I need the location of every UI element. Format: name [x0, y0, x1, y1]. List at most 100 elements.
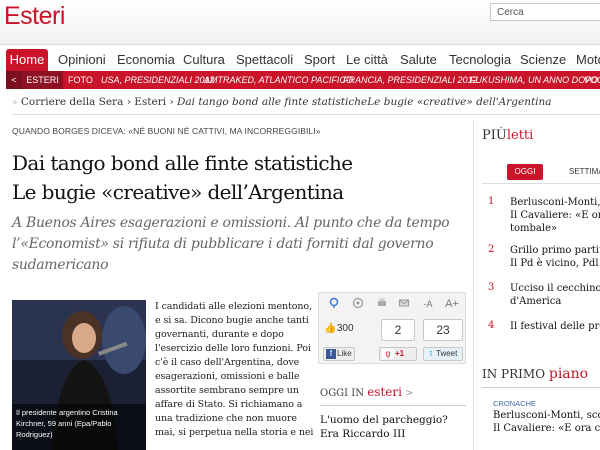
- body-line: I candidati alle elezioni mentono,: [155, 301, 312, 312]
- nav-item-economia[interactable]: Economia: [117, 52, 175, 67]
- nav-item-sport[interactable]: Sport: [304, 52, 335, 67]
- nav-item-opinioni[interactable]: Opinioni: [58, 52, 106, 67]
- tweet-label: Tweet: [436, 349, 458, 358]
- nav-item-moto[interactable]: Moto: [576, 52, 600, 67]
- breadcrumb-home-link[interactable]: Corriere della Sera: [21, 96, 123, 108]
- item-line: Berlusconi-Monti, scon: [493, 410, 600, 421]
- like-count: 300: [336, 323, 354, 334]
- oggi-in-header: OGGI IN esteri >: [320, 385, 414, 399]
- tab-settimana[interactable]: SETTIMA: [569, 164, 600, 180]
- gplus-icon: g: [382, 349, 394, 359]
- category-label[interactable]: CRONACHE: [493, 399, 536, 408]
- in-primo-piano-header: IN PRIMO piano: [482, 366, 588, 382]
- rank-number: 3: [488, 282, 495, 293]
- oggi-in-item[interactable]: L'uomo del parcheggio? Era Riccardo III: [320, 413, 470, 441]
- subnav-item-francia[interactable]: FRANCIA, PRESIDENZIALI 2012: [343, 71, 478, 89]
- facebook-like-button[interactable]: f Like: [323, 347, 355, 361]
- rank-number: 2: [488, 244, 495, 255]
- tab-oggi[interactable]: OGGI: [507, 164, 543, 180]
- gplus-button[interactable]: g +1: [379, 347, 417, 361]
- like-count-box: 👍300: [323, 319, 355, 341]
- body-line: assortite sembrano sempre un: [155, 385, 299, 396]
- piu-letti-item[interactable]: Berlusconi-Monti, s Il Cavaliere: «E ora…: [510, 196, 600, 235]
- subnav-item-usa[interactable]: USA, PRESIDENZIALI 2012: [101, 71, 215, 89]
- facebook-icon: f: [326, 349, 336, 359]
- subnav-item-foto[interactable]: FOTO: [68, 71, 93, 89]
- item-line: tombale»: [510, 223, 558, 234]
- body-line: governanti, durante e dopo: [155, 329, 284, 340]
- item-line: d'America: [510, 296, 562, 307]
- breadcrumb-separator: ›: [169, 96, 177, 108]
- column-divider: [473, 120, 474, 450]
- nav-item-tecnologia[interactable]: Tecnologia: [449, 52, 511, 67]
- tweet-button[interactable]: t Tweet: [423, 347, 463, 361]
- nav-item-home[interactable]: Home: [6, 49, 48, 72]
- nav-item-salute[interactable]: Salute: [400, 52, 437, 67]
- in-primo-divider: [482, 387, 600, 388]
- piu-letti-item[interactable]: Il festival delle pro: [510, 320, 600, 333]
- item-line: Berlusconi-Monti, s: [510, 197, 600, 208]
- piu-letti-header: PIÙletti: [482, 128, 533, 143]
- main-nav: Home Opinioni Economia Cultura Spettacol…: [0, 49, 600, 72]
- subnav-prev-button[interactable]: <: [6, 71, 22, 89]
- oggi-in-section-link[interactable]: esteri: [367, 385, 402, 399]
- article-headline-line1: Dai tango bond alle finte statistiche: [12, 151, 353, 175]
- article-body: I candidati alle elezioni mentono, e si …: [155, 300, 313, 440]
- twitter-icon: t: [429, 349, 433, 358]
- body-line: affare di Stato. Si richiamano a: [155, 399, 303, 410]
- tabs-divider: [482, 183, 600, 184]
- breadcrumb: » Corriere della Sera › Esteri › Dai tan…: [12, 96, 552, 108]
- site-header: Esteri Cerca: [0, 0, 600, 44]
- in-primo-prefix: IN PRIMO: [482, 367, 546, 381]
- subnav-item-voc[interactable]: VOC: [584, 71, 600, 89]
- article-photo[interactable]: Il presidente argentino Cristina Kirchne…: [12, 300, 146, 450]
- in-primo-item[interactable]: Berlusconi-Monti, scon Il Cavaliere: «E …: [493, 409, 600, 435]
- photo-caption: Il presidente argentino Cristina Kirchne…: [12, 404, 146, 450]
- article-subtitle: A Buenos Aires esagerazioni e omissioni.…: [12, 215, 450, 273]
- body-line: l'esercizio delle loro funzioni. Poi: [155, 343, 311, 354]
- nav-item-le-citta[interactable]: Le città: [346, 52, 388, 67]
- breadcrumb-current: Dai tango bond alle finte statisticheLe …: [177, 96, 552, 108]
- thumbs-up-icon: 👍: [324, 323, 337, 334]
- body-line: c'è il caso dell'Argentina, dove: [155, 357, 300, 368]
- font-smaller-button[interactable]: -A: [419, 297, 437, 311]
- map-pin-icon[interactable]: [325, 297, 343, 311]
- item-line: Il Cavaliere: «E ora: [510, 210, 600, 221]
- in-primo-suffix: piano: [548, 366, 589, 382]
- breadcrumb-section-link[interactable]: Esteri: [134, 96, 166, 108]
- gplus-label: +1: [395, 349, 405, 358]
- email-icon[interactable]: [349, 297, 367, 311]
- font-bigger-button[interactable]: A+: [443, 297, 461, 311]
- item-line: Grillo primo partito: [510, 245, 600, 256]
- item-line: Ucciso il cecchino p: [510, 283, 600, 294]
- nav-item-scienze[interactable]: Scienze: [520, 52, 566, 67]
- piu-letti-item[interactable]: Ucciso il cecchino p d'America: [510, 282, 600, 308]
- tweet-count: 23: [423, 319, 463, 341]
- like-label: Like: [337, 349, 352, 358]
- subnav-item-fukushima[interactable]: FUKUSHIMA, UN ANNO DOPO: [470, 71, 598, 89]
- mail-icon[interactable]: [395, 297, 413, 311]
- subnav-item-esteri[interactable]: ESTERI: [22, 71, 63, 89]
- section-logo[interactable]: Esteri: [4, 2, 65, 31]
- oggi-in-divider: [320, 405, 466, 406]
- sub-nav: < ESTERI FOTO USA, PRESIDENZIALI 2012 AM…: [6, 71, 600, 89]
- piu-letti-prefix: PIÙ: [482, 128, 507, 143]
- piu-letti-suffix: letti: [506, 128, 534, 143]
- body-line: esagerazioni, omissioni e balle: [155, 371, 300, 382]
- piu-letti-item[interactable]: Grillo primo partito Il Pd è vicino, Pdl…: [510, 244, 600, 270]
- item-line: Il Pd è vicino, Pdl fe: [510, 258, 600, 269]
- search-input[interactable]: Cerca: [490, 3, 600, 21]
- rank-number: 4: [488, 320, 495, 331]
- article-tools: -A A+ 👍300 2 23 f Like g +1 t Tweet: [318, 292, 466, 364]
- body-line: e si sa. Dicono bugie anche tanti: [155, 315, 309, 326]
- article-kicker: QUANDO BORGES DICEVA: «NÉ BUONI NÉ CATTI…: [12, 126, 321, 136]
- header-divider: [0, 44, 600, 45]
- subnav-item-amtraked[interactable]: AMTRAKED, ATLANTICO PACIFICO: [204, 71, 353, 89]
- print-icon[interactable]: [373, 297, 391, 311]
- breadcrumb-divider: [12, 114, 600, 115]
- nav-item-spettacoli[interactable]: Spettacoli: [236, 52, 293, 67]
- breadcrumb-arrow-icon: »: [12, 98, 18, 108]
- oggi-in-prefix: OGGI IN: [320, 388, 365, 399]
- body-line: una tradizione che non muore: [155, 413, 297, 424]
- nav-item-cultura[interactable]: Cultura: [183, 52, 225, 67]
